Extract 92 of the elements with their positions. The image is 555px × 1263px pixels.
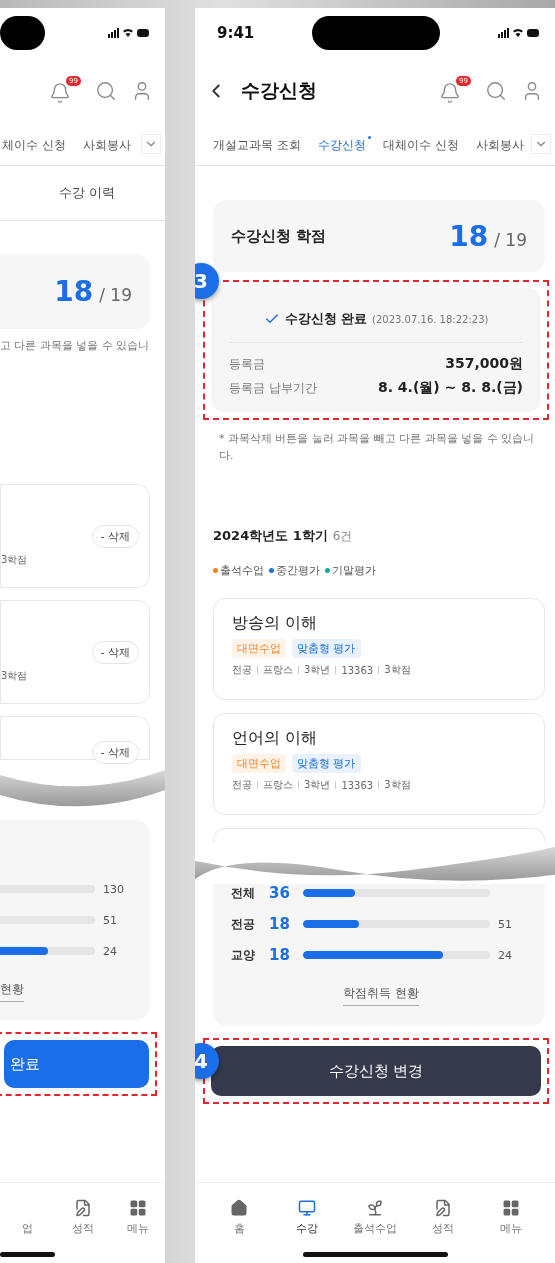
- bar-max: 24: [498, 948, 512, 962]
- document-edit-icon: [73, 1199, 92, 1217]
- bar-max: 51: [498, 917, 512, 931]
- course-card[interactable]: 방송의 이해 대면수업 맞춤형 평가 전공 프랑스 3학년 13363 3학점: [213, 598, 545, 700]
- nav-item[interactable]: 메뉴: [486, 1199, 536, 1236]
- bar-label: 전공: [231, 915, 256, 933]
- course-meta: 13363: [341, 779, 374, 791]
- tab[interactable]: 수강신청: [317, 134, 371, 154]
- dropdown-button[interactable]: [141, 134, 161, 154]
- annotation-badge: 3: [195, 263, 219, 299]
- credits-value: 18: [54, 275, 94, 308]
- course-meta: 프랑스: [263, 778, 293, 792]
- bar-value: 18: [269, 915, 291, 933]
- tab[interactable]: 사회봉사: [475, 134, 529, 154]
- camera-notch: [0, 16, 45, 50]
- document-edit-icon: [434, 1199, 452, 1217]
- search-icon[interactable]: [95, 79, 117, 102]
- bar-label: 교양: [231, 946, 256, 964]
- credits-max: / 19: [494, 229, 527, 250]
- credits-status-link[interactable]: 학점취득 현황: [343, 985, 419, 1006]
- info-value: 8. 4.(월) ~ 8. 8.(금): [377, 379, 523, 397]
- course-meta: 전공: [232, 663, 252, 677]
- course-meta: 프랑스: [263, 663, 293, 677]
- course-card[interactable]: 언어의 이해 대면수업 맞춤형 평가 전공 프랑스 3학년 13363 3학점: [213, 713, 545, 815]
- bar-label: 전체: [231, 884, 256, 902]
- course-meta: 3학점: [384, 778, 411, 792]
- page-title: 수강신청: [241, 77, 317, 103]
- nav-item[interactable]: 메뉴: [112, 1199, 163, 1236]
- course-meta: 3학년: [304, 778, 331, 792]
- dropdown-button[interactable]: [531, 134, 551, 154]
- tab[interactable]: 개설교과목 조회: [213, 134, 306, 154]
- tab[interactable]: 사회봉사: [82, 134, 136, 154]
- bar-value: 36: [269, 884, 291, 902]
- legend-item: 중간평가: [269, 563, 320, 578]
- nav-item[interactable]: 출석수업: [350, 1199, 400, 1236]
- semester-title: 2024학년도 1학기: [213, 527, 328, 545]
- course-tag: 맞춤형 평가: [292, 639, 361, 658]
- sprout-icon: [366, 1199, 384, 1217]
- annotation-badge: 4: [195, 1043, 219, 1079]
- course-credit: 3학점: [1, 669, 28, 683]
- course-name: 방송의 이해: [232, 613, 319, 634]
- delete-button[interactable]: - 삭제: [91, 741, 139, 764]
- bar-max: 130: [103, 882, 124, 896]
- delete-button[interactable]: - 삭제: [91, 641, 139, 664]
- course-tag: 대면수업: [232, 639, 286, 658]
- completion-title: 수강신청 완료: [284, 310, 368, 328]
- completion-time: (2023.07.16. 18:22:23): [372, 313, 489, 325]
- status-icons: [498, 27, 540, 39]
- nav-item[interactable]: 성적: [57, 1199, 108, 1236]
- change-registration-button[interactable]: 수강신청 변경: [211, 1046, 541, 1096]
- notice-text: 고 다른 과목을 넣을 수 있습니: [0, 338, 151, 354]
- credits-status-link[interactable]: 현황: [0, 981, 24, 1002]
- complete-button[interactable]: 완료: [4, 1040, 149, 1088]
- tab[interactable]: 대체이수 신청: [382, 134, 464, 154]
- bar-max: 51: [103, 913, 117, 927]
- info-value: 357,000원: [445, 355, 523, 373]
- bell-icon: [439, 81, 461, 104]
- course-credit: 3학점: [1, 553, 28, 567]
- nav-item[interactable]: 업: [2, 1199, 53, 1236]
- status-time: 9:41: [217, 24, 255, 42]
- home-icon: [230, 1199, 248, 1217]
- monitor-icon: [298, 1199, 316, 1217]
- grid-icon: [128, 1199, 147, 1217]
- nav-item[interactable]: 홈: [214, 1199, 264, 1236]
- course-meta: 3학년: [304, 663, 331, 677]
- nav-item[interactable]: 수강: [282, 1199, 332, 1236]
- nav-item[interactable]: 성적: [418, 1199, 468, 1236]
- course-meta: 전공: [232, 778, 252, 792]
- legend-item: 출석수업: [213, 563, 264, 578]
- info-label: 등록금: [229, 355, 265, 373]
- credits-value: 18: [449, 219, 489, 253]
- bar-max: 24: [103, 944, 117, 958]
- delete-button[interactable]: - 삭제: [91, 525, 139, 548]
- course-meta: 13363: [341, 664, 374, 676]
- credits-label: 수강신청 학점: [231, 226, 327, 246]
- course-tag: 대면수업: [232, 754, 286, 773]
- search-icon[interactable]: [485, 79, 507, 102]
- bell-icon: [49, 81, 71, 104]
- legend-item: 기말평가: [325, 563, 376, 578]
- course-tag: 맞춤형 평가: [292, 754, 361, 773]
- course-meta: 3학점: [384, 663, 411, 677]
- notice-text: * 과목삭제 버튼을 눌러 과목을 빼고 다른 과목을 넣을 수 있습니다.: [219, 431, 536, 464]
- credits-max: / 19: [99, 285, 132, 305]
- bar-value: 18: [269, 946, 291, 964]
- home-indicator: [0, 1252, 55, 1257]
- grid-icon: [502, 1199, 520, 1217]
- tab[interactable]: 체이수 신청: [2, 134, 71, 154]
- course-name: 언어의 이해: [232, 728, 319, 749]
- sub-tab[interactable]: 수강 이력: [58, 184, 115, 202]
- status-icons: [108, 27, 150, 39]
- info-label: 등록금 납부기간: [229, 379, 317, 397]
- course-count: 6건: [332, 528, 353, 545]
